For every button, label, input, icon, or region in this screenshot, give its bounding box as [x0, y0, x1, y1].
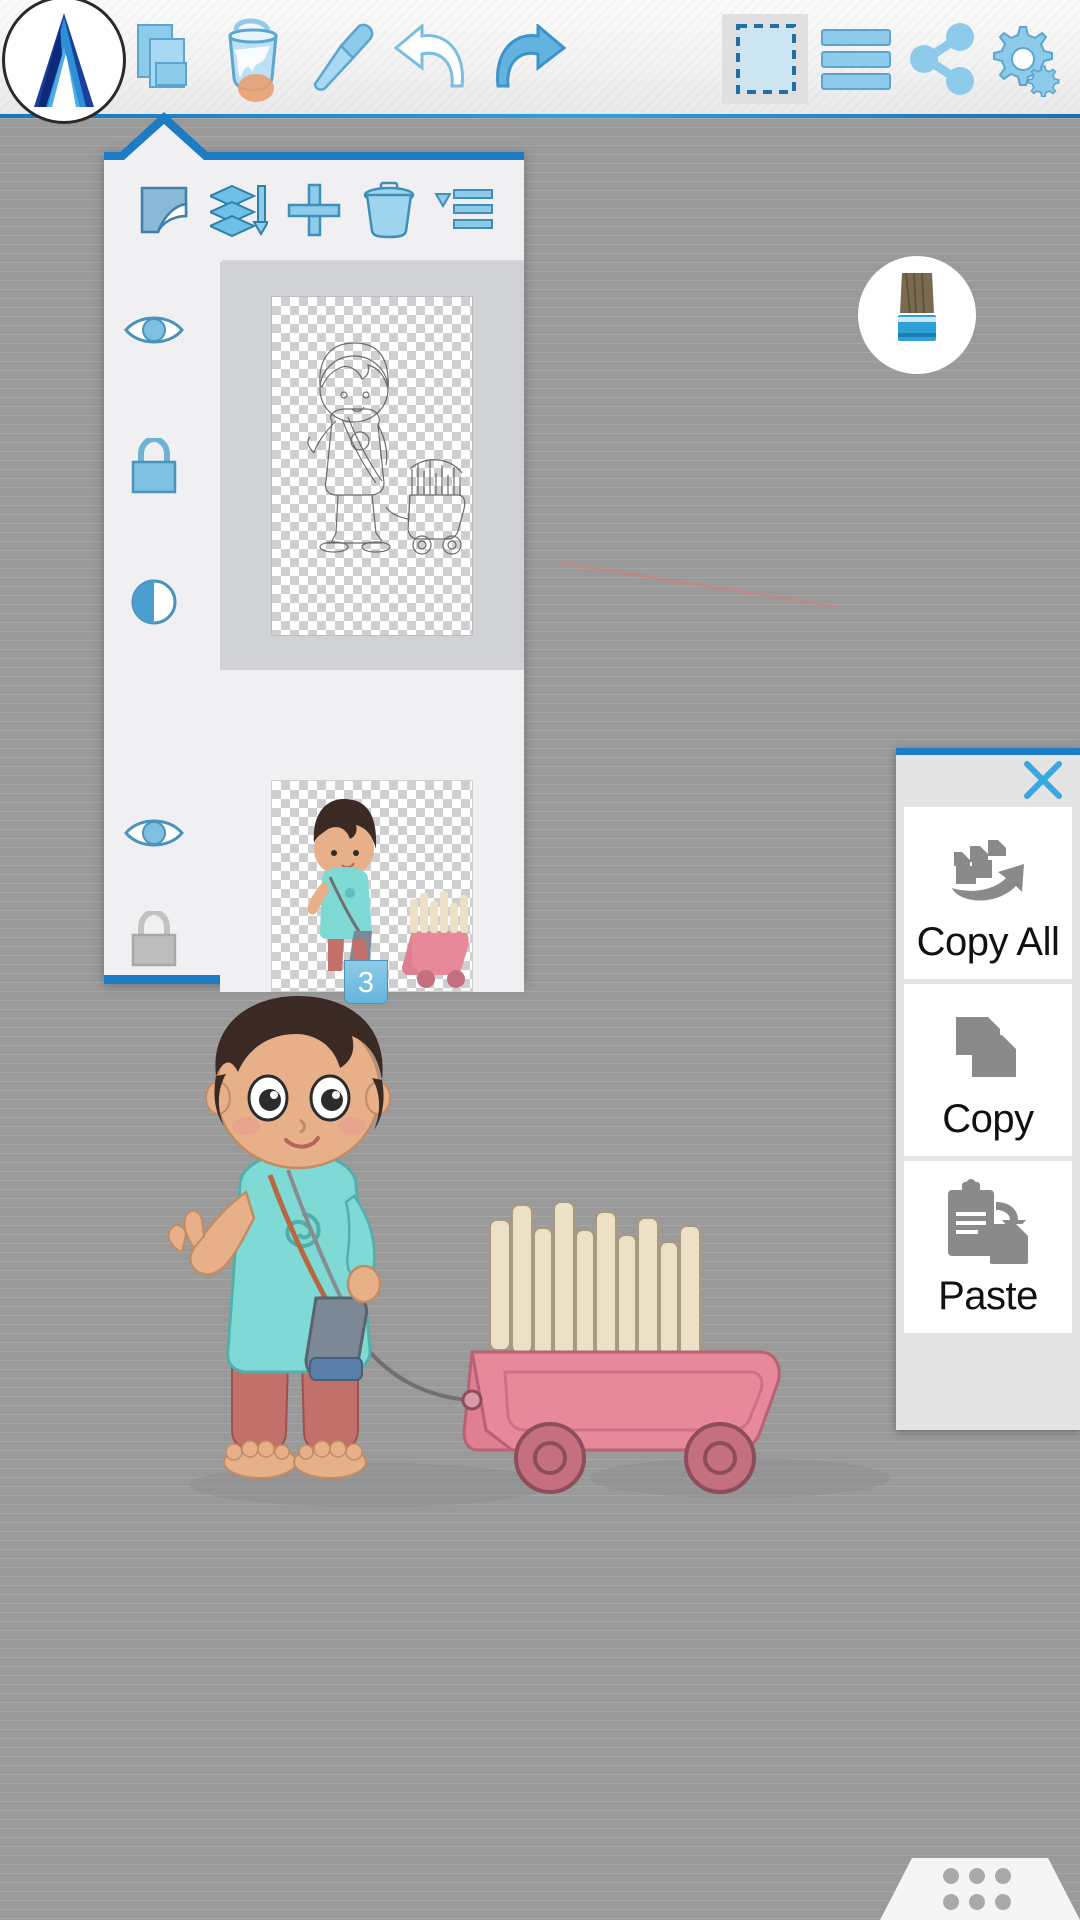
- bottom-drag-handle[interactable]: [880, 1858, 1080, 1920]
- toolbar-undo-button[interactable]: [388, 12, 480, 106]
- layers-panel-toolbar: [104, 160, 524, 260]
- paste-icon-wrap: [940, 1176, 1036, 1268]
- paintbrush-icon: [898, 272, 936, 341]
- layer-2-lock-toggle[interactable]: [121, 886, 187, 992]
- opacity-half-circle-icon: [131, 579, 177, 625]
- layer-2-visibility-toggle[interactable]: [121, 780, 187, 886]
- copy-all-icon: [952, 839, 1024, 901]
- grip-dot: [995, 1868, 1011, 1884]
- toolbar-select-button[interactable]: [720, 12, 812, 106]
- grip-dot: [969, 1868, 985, 1884]
- layer-number-badge: 3: [344, 960, 388, 1004]
- layer-3-thumbnail-wrap[interactable]: [220, 262, 524, 670]
- marquee-select-icon: [736, 24, 796, 94]
- share-nodes-icon: [910, 23, 974, 95]
- clipboard-paste-item[interactable]: Paste: [904, 1161, 1072, 1333]
- grip-dot: [995, 1894, 1011, 1910]
- layers-panel-pointer-inner: [124, 124, 204, 160]
- eye-visible-icon: [124, 819, 184, 847]
- redo-arrow-icon: [496, 24, 567, 88]
- grip-dot: [943, 1894, 959, 1910]
- layer-3-thumbnail: [271, 296, 473, 636]
- grip-dot: [969, 1894, 985, 1910]
- toolbar-share-button[interactable]: [898, 12, 990, 106]
- six-dot-grip-icon: [943, 1868, 1017, 1916]
- canvas-artwork: [120, 980, 920, 1540]
- layers-merge-icon: [209, 184, 268, 238]
- layer-row: [104, 780, 524, 992]
- trash-icon: [363, 181, 415, 239]
- paste-icon: [948, 1178, 1028, 1264]
- layer-merge-button[interactable]: [207, 178, 271, 242]
- undo-arrow-icon: [393, 24, 464, 88]
- clipboard-copy-all-label: Copy All: [916, 919, 1060, 964]
- layer-row: [104, 262, 524, 670]
- toolbar-redo-button[interactable]: [480, 12, 572, 106]
- clipboard-copy-all-item[interactable]: Copy All: [904, 807, 1072, 979]
- layer-3-lock-toggle[interactable]: [121, 398, 187, 534]
- paint-bucket-icon: [228, 18, 278, 102]
- clipboard-menu-header: [896, 755, 1080, 807]
- clipboard-menu-close-button[interactable]: [1020, 757, 1066, 803]
- clipboard-copy-item[interactable]: Copy: [904, 984, 1072, 1156]
- layer-3-controls: [104, 262, 204, 670]
- toolbar-menu-button[interactable]: [810, 12, 902, 106]
- layers-stack-icon: [137, 24, 187, 88]
- eye-visible-icon: [124, 316, 184, 344]
- layer-flip-button[interactable]: [132, 178, 196, 242]
- clipboard-copy-label: Copy: [942, 1096, 1034, 1141]
- toolbar-fill-button[interactable]: [212, 12, 304, 106]
- hamburger-menu-icon: [821, 29, 891, 90]
- grip-dot: [943, 1868, 959, 1884]
- layers-panel: 3: [104, 152, 524, 1004]
- gears-icon: [993, 26, 1060, 97]
- app-logo[interactable]: [2, 0, 126, 124]
- top-toolbar: [0, 0, 1080, 124]
- layer-delete-button[interactable]: [357, 178, 421, 242]
- page-curl-icon: [140, 186, 187, 234]
- layer-3-visibility-toggle[interactable]: [121, 262, 187, 398]
- toolbar-layers-button[interactable]: [122, 12, 214, 106]
- lock-closed-icon: [131, 438, 177, 494]
- list-options-icon: [434, 189, 494, 229]
- copy-icon-wrap: [942, 999, 1034, 1091]
- clipboard-paste-label: Paste: [938, 1273, 1038, 1318]
- lock-open-icon: [131, 911, 177, 967]
- layer-more-options-button[interactable]: [432, 178, 496, 242]
- copy-icon: [956, 1016, 1016, 1077]
- brush-tool-button[interactable]: [858, 256, 976, 374]
- layer-3-opacity-button[interactable]: [121, 534, 187, 670]
- layer-2-controls: [104, 780, 204, 992]
- plus-icon: [287, 183, 341, 237]
- eyedropper-icon: [313, 23, 374, 91]
- layer-add-button[interactable]: [282, 178, 346, 242]
- clipboard-context-menu: Copy All Copy Paste: [896, 748, 1080, 1430]
- toolbar-eyedropper-button[interactable]: [300, 12, 392, 106]
- close-x-icon: [1024, 761, 1062, 799]
- toolbar-settings-button[interactable]: [980, 12, 1072, 106]
- copy-all-icon-wrap: [936, 822, 1040, 914]
